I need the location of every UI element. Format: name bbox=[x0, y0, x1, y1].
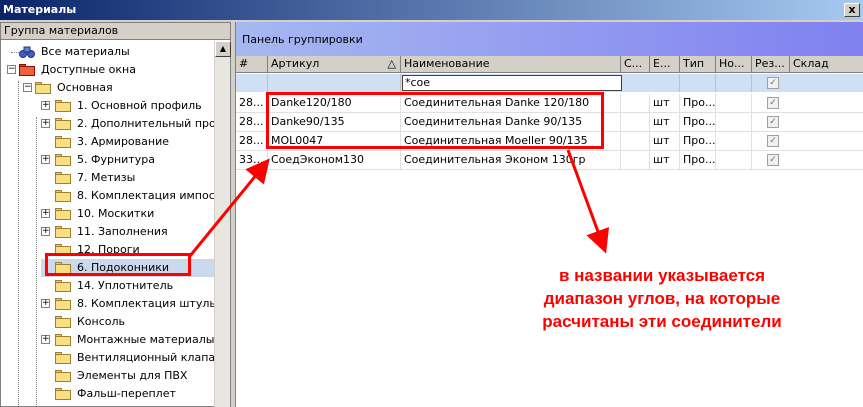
cell-unit: шт bbox=[650, 132, 680, 151]
cell-type: Про... bbox=[680, 94, 716, 113]
cell-type: Про... bbox=[680, 132, 716, 151]
folder-icon bbox=[55, 190, 71, 202]
folder-red-icon bbox=[19, 64, 35, 76]
annotation-note: в названии указывается диапазон углов, н… bbox=[497, 264, 827, 333]
close-icon: x bbox=[848, 3, 856, 16]
column-header-stock[interactable]: Склад bbox=[790, 56, 863, 73]
tree-item-label: 14. Уплотнитель bbox=[77, 279, 174, 292]
cell-number: 28... bbox=[236, 94, 268, 113]
tree-item-label: Консоль bbox=[77, 315, 126, 328]
materials-grid-panel: Панель группировки # Артикул △ Наименован… bbox=[235, 22, 863, 407]
column-header-unit[interactable]: Е... bbox=[650, 56, 680, 73]
highlight-box-connectors bbox=[266, 92, 604, 149]
folder-icon bbox=[55, 388, 71, 400]
folder-icon bbox=[35, 82, 51, 94]
tree-item-label: 8. Комплектация импоста bbox=[77, 189, 215, 202]
scroll-up-icon[interactable]: ▲ bbox=[215, 41, 231, 57]
reserve-checkbox[interactable]: ✓ bbox=[767, 154, 779, 166]
cell-article: СоедЭконом130 bbox=[268, 151, 401, 170]
reserve-checkbox[interactable]: ✓ bbox=[767, 116, 779, 128]
tree-item-label: 2. Дополнительный про... bbox=[77, 117, 215, 130]
tree-scrollbar[interactable]: ▲ bbox=[214, 41, 231, 407]
folder-icon bbox=[55, 334, 71, 346]
material-tree: Все материалы − Доступные окна − Основна… bbox=[1, 41, 215, 407]
column-header-article[interactable]: Артикул △ bbox=[268, 56, 401, 73]
table-row[interactable]: 33... СоедЭконом130 Соединительная Эконо… bbox=[236, 151, 863, 170]
expand-icon[interactable]: + bbox=[41, 101, 50, 110]
cell-number: 28... bbox=[236, 113, 268, 132]
tree-item-label: 1. Основной профиль bbox=[77, 99, 202, 112]
expand-icon[interactable]: + bbox=[41, 209, 50, 218]
binoculars-icon bbox=[19, 46, 35, 58]
tree-item-label: Элементы для ПВХ bbox=[77, 369, 188, 382]
column-header-c[interactable]: С... bbox=[621, 56, 650, 73]
tree-item-label: 10. Москитки bbox=[77, 207, 155, 220]
folder-icon bbox=[55, 136, 71, 148]
cell-name: Соединительная Эконом 130гр bbox=[401, 151, 621, 170]
folder-icon bbox=[55, 226, 71, 238]
folder-icon bbox=[55, 370, 71, 382]
name-filter-input[interactable]: *сое bbox=[402, 75, 622, 91]
cell-number: 28... bbox=[236, 132, 268, 151]
column-header-name[interactable]: Наименование bbox=[401, 56, 621, 73]
reserve-checkbox[interactable]: ✓ bbox=[767, 135, 779, 147]
tree-item-label: 5. Фурнитура bbox=[77, 153, 155, 166]
tree-item-label: Вентиляционный клапан bbox=[77, 351, 215, 364]
tree-item-label: 3. Армирование bbox=[77, 135, 169, 148]
cell-number: 33... bbox=[236, 151, 268, 170]
tree-item-label: Фальш-переплет bbox=[77, 387, 176, 400]
cell-unit: шт bbox=[650, 94, 680, 113]
column-header-res[interactable]: Рез... bbox=[752, 56, 790, 73]
collapse-icon[interactable]: − bbox=[7, 65, 16, 74]
folder-icon bbox=[55, 316, 71, 328]
folder-icon bbox=[55, 154, 71, 166]
window-title-bar: Материалы x bbox=[0, 0, 863, 20]
collapse-icon[interactable]: − bbox=[23, 83, 32, 92]
expand-icon[interactable]: + bbox=[41, 299, 50, 308]
expand-icon[interactable]: + bbox=[41, 227, 50, 236]
cell-type: Про... bbox=[680, 151, 716, 170]
grid-header: # Артикул △ Наименование С... Е... Тип Но… bbox=[236, 56, 863, 73]
window-title: Материалы bbox=[3, 3, 77, 16]
folder-icon bbox=[55, 118, 71, 130]
folder-icon bbox=[55, 280, 71, 292]
tree-item-label: Все материалы bbox=[41, 45, 130, 58]
expand-icon[interactable]: + bbox=[41, 335, 50, 344]
annotation-line-2: диапазон углов, на которые bbox=[543, 289, 781, 308]
column-header-type[interactable]: Тип bbox=[680, 56, 716, 73]
folder-icon bbox=[55, 208, 71, 220]
expand-icon[interactable]: + bbox=[41, 119, 50, 128]
material-group-header: Группа материалов bbox=[1, 23, 230, 40]
sort-asc-icon: △ bbox=[387, 57, 396, 70]
tree-item-label: Монтажные материалы bbox=[77, 333, 215, 346]
highlight-box-window-sills bbox=[45, 253, 191, 276]
filter-row: *сое ✓ bbox=[236, 74, 863, 92]
cell-type: Про... bbox=[680, 113, 716, 132]
annotation-line-3: расчитаны эти соединители bbox=[542, 312, 782, 331]
column-header-number[interactable]: # bbox=[236, 56, 268, 73]
expand-icon[interactable]: + bbox=[41, 155, 50, 164]
tree-item-label: Доступные окна bbox=[41, 63, 136, 76]
close-button[interactable]: x bbox=[844, 3, 860, 17]
cell-unit: шт bbox=[650, 113, 680, 132]
folder-icon bbox=[55, 298, 71, 310]
filter-checkbox-res[interactable]: ✓ bbox=[767, 77, 779, 89]
annotation-line-1: в названии указывается bbox=[558, 266, 766, 285]
folder-icon bbox=[55, 352, 71, 364]
folder-icon bbox=[55, 172, 71, 184]
folder-icon bbox=[55, 100, 71, 112]
tree-item-label: 7. Метизы bbox=[77, 171, 136, 184]
cell-unit: шт bbox=[650, 151, 680, 170]
tree-item-label: 8. Комплектация штульпа bbox=[77, 297, 215, 310]
reserve-checkbox[interactable]: ✓ bbox=[767, 97, 779, 109]
grouping-panel[interactable]: Панель группировки bbox=[236, 22, 863, 56]
column-header-no[interactable]: Но... bbox=[716, 56, 752, 73]
tree-item-label: Основная bbox=[57, 81, 113, 94]
tree-item-label: 11. Заполнения bbox=[77, 225, 168, 238]
material-group-panel: Группа материалов Все материалы − Доступ… bbox=[0, 22, 231, 407]
